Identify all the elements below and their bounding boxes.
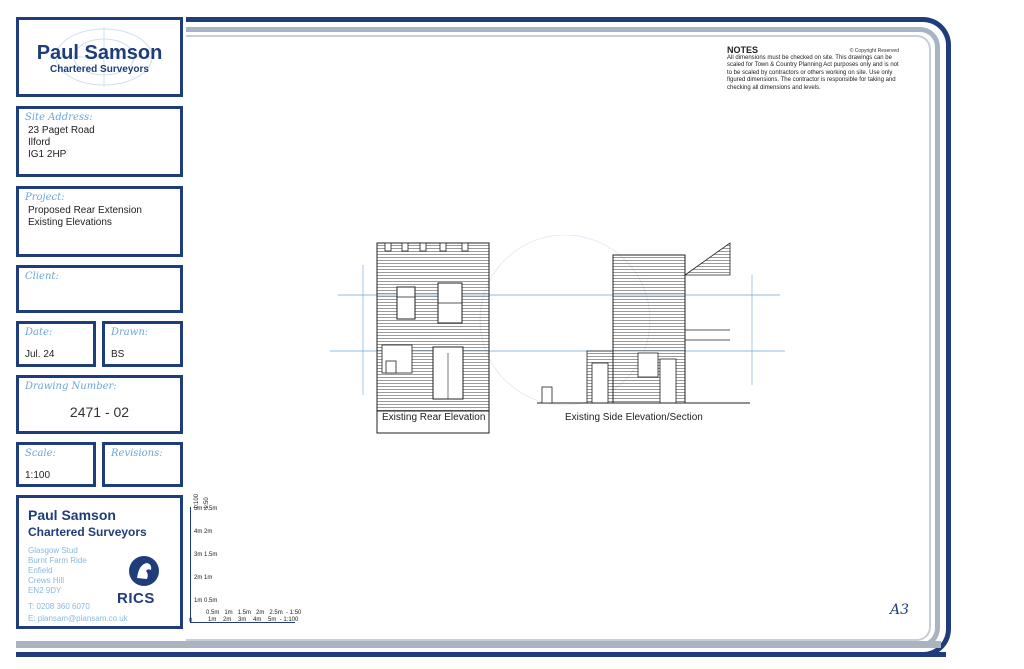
side-elevation	[537, 242, 750, 404]
scale-bar-1m: 1m 0.5m	[194, 598, 218, 604]
copyright-text: © Copyright Reserved	[849, 48, 899, 54]
site-address-box: Site Address: 23 Paget Road Ilford IG1 2…	[16, 106, 183, 177]
contact-phone[interactable]: T: 0208 360 6070	[28, 602, 90, 611]
drawing-number-box: Drawing Number: 2471 - 02	[16, 375, 183, 434]
drawn-box: Drawn: BS	[102, 321, 183, 367]
site-address-line3: IG1 2HP	[28, 149, 67, 160]
notes-text: All dimensions must be checked on site. …	[727, 54, 899, 91]
contact-address-line3: Enfield	[28, 566, 53, 575]
date-box: Date: Jul. 24	[16, 321, 96, 367]
drawing-number-value: 2471 - 02	[69, 404, 130, 420]
contact-address-line1: Glasgow Stud	[28, 546, 78, 555]
scale-bar-2m: 2m 1m	[194, 575, 213, 581]
scale-bar-horizontal-1-100: 1m 2m 3m 4m 5m - 1:100	[208, 617, 299, 623]
side-elevation-caption: Existing Side Elevation/Section	[565, 412, 703, 423]
sheet-size-label: A3	[890, 602, 910, 618]
logo-box: Paul Samson Chartered Surveyors	[16, 17, 183, 97]
drawn-value: BS	[111, 349, 125, 360]
scale-bar-4m: 4m 2m	[194, 529, 213, 535]
contact-company-subtitle: Chartered Surveyors	[28, 525, 147, 539]
rics-lion-icon	[129, 556, 159, 586]
bottom-border-navy	[16, 652, 946, 657]
contact-email[interactable]: E: plansam@plansam.co.uk	[28, 614, 128, 623]
scale-value: 1:100	[25, 470, 51, 481]
rics-logo-text: RICS	[117, 590, 155, 607]
rear-elevation	[376, 242, 490, 434]
scale-bar: 1:100 1:50 5m 2.5m 4m 2m 3m 1.5m 2m 1m 1…	[188, 485, 348, 630]
drawn-label: Drawn:	[111, 327, 149, 338]
contact-company-name: Paul Samson	[28, 507, 116, 523]
site-address-line2: Ilford	[28, 137, 51, 148]
contact-address-line4: Crews Hill	[28, 576, 64, 585]
client-box: Client:	[16, 265, 183, 313]
scale-bar-5m: 5m 2.5m	[194, 506, 218, 512]
notes-block: NOTES © Copyright Reserved All dimension…	[727, 46, 899, 92]
scale-bar-horizontal-1-50: 0.5m 1m 1.5m 2m 2.5m - 1:50	[206, 610, 302, 616]
contact-address-line5: EN2 9DY	[28, 586, 62, 595]
scale-box: Scale: 1:100	[16, 442, 96, 487]
revisions-box: Revisions:	[102, 442, 183, 487]
elevation-drawings	[330, 235, 785, 434]
contact-address-line2: Burnt Farm Ride	[28, 556, 87, 565]
project-line2: Existing Elevations	[28, 217, 112, 228]
project-line1: Proposed Rear Extension	[28, 205, 142, 216]
site-address-label: Site Address:	[25, 112, 93, 123]
scale-label: Scale:	[25, 448, 56, 459]
site-address-line1: 23 Paget Road	[28, 125, 95, 136]
drawing-number-label: Drawing Number:	[25, 381, 117, 392]
project-label: Project:	[25, 192, 65, 203]
scale-bar-zero: 0	[189, 618, 193, 624]
rear-elevation-caption: Existing Rear Elevation	[382, 412, 486, 423]
date-label: Date:	[25, 327, 53, 338]
bottom-border-grey	[16, 641, 941, 648]
client-label: Client:	[25, 271, 59, 282]
logo-company-subtitle: Chartered Surveyors	[50, 64, 149, 75]
project-box: Project: Proposed Rear Extension Existin…	[16, 186, 183, 257]
logo-company-name: Paul Samson	[36, 42, 163, 64]
contact-box: Paul Samson Chartered Surveyors Glasgow …	[16, 495, 183, 629]
revisions-label: Revisions:	[111, 448, 163, 459]
date-value: Jul. 24	[25, 349, 55, 360]
scale-bar-3m: 3m 1.5m	[194, 552, 218, 558]
